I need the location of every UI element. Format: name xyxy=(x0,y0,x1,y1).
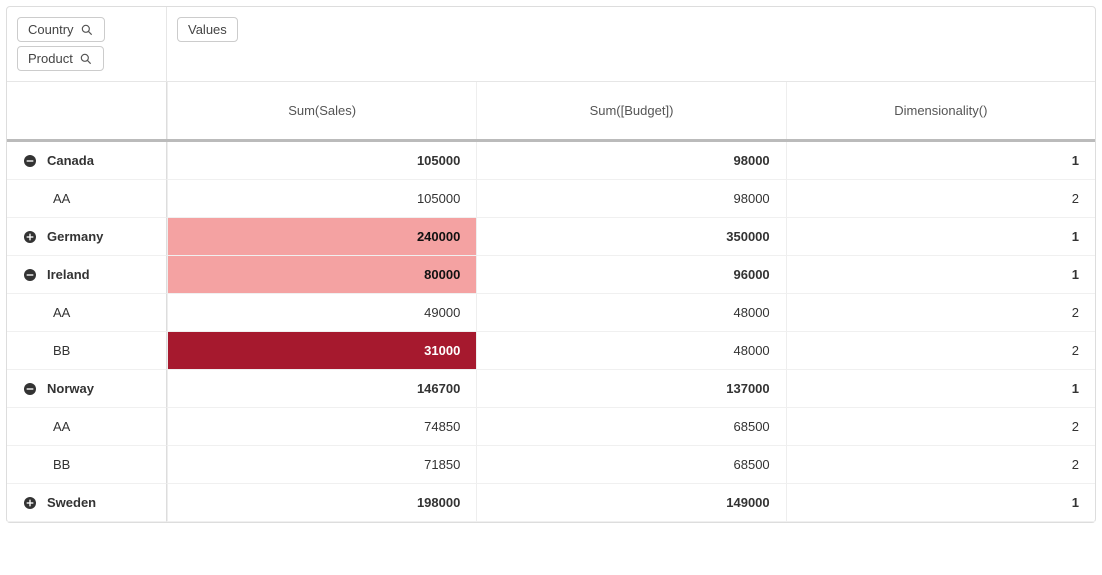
cell-sales[interactable]: 31000 xyxy=(167,332,476,370)
row-label-text: Canada xyxy=(47,153,94,168)
cell-sales[interactable]: 74850 xyxy=(167,408,476,446)
row-label-text: Norway xyxy=(47,381,94,396)
row-label-text: Sweden xyxy=(47,495,96,510)
row-cells: 80000960001 xyxy=(167,256,1095,294)
row-label-text: BB xyxy=(53,457,70,472)
cell-dimensionality[interactable]: 1 xyxy=(786,142,1095,180)
table-row: Sweden 1980001490001 xyxy=(7,484,1095,522)
dimension-chips: Country Product xyxy=(7,7,167,81)
cell-sales[interactable]: 146700 xyxy=(167,370,476,408)
search-icon xyxy=(80,23,94,37)
cell-budget[interactable]: 48000 xyxy=(476,294,785,332)
collapse-icon[interactable] xyxy=(21,152,39,170)
table-row: AA 74850685002 xyxy=(7,408,1095,446)
row-label[interactable]: AA xyxy=(7,294,167,332)
measure-header-budget[interactable]: Sum([Budget]) xyxy=(476,82,785,139)
row-cells: 71850685002 xyxy=(167,446,1095,484)
table-row: AA 49000480002 xyxy=(7,294,1095,332)
row-label[interactable]: BB xyxy=(7,332,167,370)
row-label[interactable]: BB xyxy=(7,446,167,484)
cell-budget[interactable]: 350000 xyxy=(476,218,785,256)
row-cells: 105000980002 xyxy=(167,180,1095,218)
row-label-text: BB xyxy=(53,343,70,358)
table-row: Canada 105000980001 xyxy=(7,142,1095,180)
cell-budget[interactable]: 48000 xyxy=(476,332,785,370)
cell-dimensionality[interactable]: 2 xyxy=(786,332,1095,370)
cell-sales[interactable]: 105000 xyxy=(167,180,476,218)
pivot-table: Country Product Values Sum(Sales) Sum([B… xyxy=(6,6,1096,523)
cell-dimensionality[interactable]: 2 xyxy=(786,294,1095,332)
measure-header-dim[interactable]: Dimensionality() xyxy=(786,82,1095,139)
row-label-text: Germany xyxy=(47,229,103,244)
row-label[interactable]: Canada xyxy=(7,142,167,180)
table-row: BB 71850685002 xyxy=(7,446,1095,484)
cell-dimensionality[interactable]: 1 xyxy=(786,370,1095,408)
values-chip[interactable]: Values xyxy=(177,17,238,42)
dimension-chip-product[interactable]: Product xyxy=(17,46,104,71)
row-cells: 49000480002 xyxy=(167,294,1095,332)
cell-sales[interactable]: 198000 xyxy=(167,484,476,522)
table-row: AA 105000980002 xyxy=(7,180,1095,218)
cell-sales[interactable]: 49000 xyxy=(167,294,476,332)
row-cells: 1980001490001 xyxy=(167,484,1095,522)
table-row: Norway 1467001370001 xyxy=(7,370,1095,408)
cell-sales[interactable]: 105000 xyxy=(167,142,476,180)
row-cells: 74850685002 xyxy=(167,408,1095,446)
cell-budget[interactable]: 68500 xyxy=(476,446,785,484)
measure-headers: Sum(Sales) Sum([Budget]) Dimensionality(… xyxy=(167,82,1095,139)
cell-dimensionality[interactable]: 1 xyxy=(786,218,1095,256)
cell-sales[interactable]: 240000 xyxy=(167,218,476,256)
cell-dimensionality[interactable]: 2 xyxy=(786,180,1095,218)
measure-header-sales[interactable]: Sum(Sales) xyxy=(167,82,476,139)
collapse-icon[interactable] xyxy=(21,266,39,284)
row-label[interactable]: AA xyxy=(7,408,167,446)
expand-icon[interactable] xyxy=(21,228,39,246)
cell-dimensionality[interactable]: 1 xyxy=(786,484,1095,522)
row-label[interactable]: Ireland xyxy=(7,256,167,294)
data-rows: Canada105000980001AA105000980002Germany2… xyxy=(7,142,1095,522)
cell-dimensionality[interactable]: 1 xyxy=(786,256,1095,294)
cell-budget[interactable]: 98000 xyxy=(476,180,785,218)
row-label[interactable]: Germany xyxy=(7,218,167,256)
row-label-text: AA xyxy=(53,419,70,434)
table-row: BB 31000480002 xyxy=(7,332,1095,370)
row-cells: 1467001370001 xyxy=(167,370,1095,408)
expand-icon[interactable] xyxy=(21,494,39,512)
cell-sales[interactable]: 80000 xyxy=(167,256,476,294)
table-row: Germany 2400003500001 xyxy=(7,218,1095,256)
cell-budget[interactable]: 98000 xyxy=(476,142,785,180)
cell-dimensionality[interactable]: 2 xyxy=(786,446,1095,484)
dim-header-blank xyxy=(7,82,167,139)
row-label-text: AA xyxy=(53,191,70,206)
row-label-text: Ireland xyxy=(47,267,90,282)
chip-label: Country xyxy=(28,22,74,37)
chip-label: Values xyxy=(188,22,227,37)
cell-dimensionality[interactable]: 2 xyxy=(786,408,1095,446)
values-chips: Values xyxy=(167,7,1095,81)
row-label[interactable]: Sweden xyxy=(7,484,167,522)
row-label[interactable]: AA xyxy=(7,180,167,218)
collapse-icon[interactable] xyxy=(21,380,39,398)
search-icon xyxy=(79,52,93,66)
cell-budget[interactable]: 137000 xyxy=(476,370,785,408)
table-row: Ireland 80000960001 xyxy=(7,256,1095,294)
row-cells: 31000480002 xyxy=(167,332,1095,370)
row-label-text: AA xyxy=(53,305,70,320)
row-cells: 2400003500001 xyxy=(167,218,1095,256)
row-cells: 105000980001 xyxy=(167,142,1095,180)
chip-label: Product xyxy=(28,51,73,66)
cell-budget[interactable]: 149000 xyxy=(476,484,785,522)
cell-budget[interactable]: 68500 xyxy=(476,408,785,446)
dimension-chip-country[interactable]: Country xyxy=(17,17,105,42)
row-label[interactable]: Norway xyxy=(7,370,167,408)
column-headers: Sum(Sales) Sum([Budget]) Dimensionality(… xyxy=(7,82,1095,142)
selector-bar: Country Product Values xyxy=(7,7,1095,82)
cell-sales[interactable]: 71850 xyxy=(167,446,476,484)
cell-budget[interactable]: 96000 xyxy=(476,256,785,294)
